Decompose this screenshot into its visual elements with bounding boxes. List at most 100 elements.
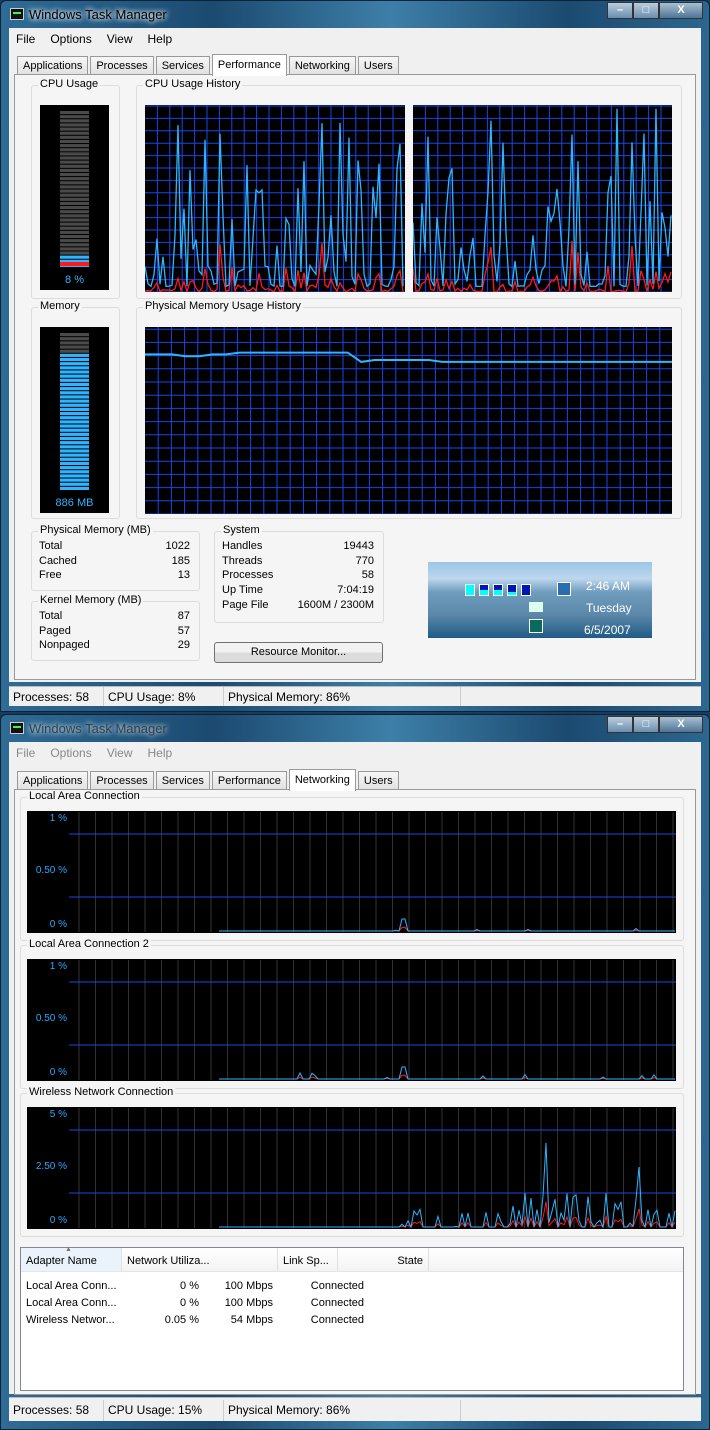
network-utilization-graph: 5 % 2.50 % 0 % [27,1107,676,1229]
stat-label: Page File [222,598,269,611]
client-area: File Options View Help Applications Proc… [9,742,701,1395]
cpu-meter-segment [60,115,89,119]
menu-bar: File Options View Help [9,743,180,763]
menu-options[interactable]: Options [43,743,99,763]
menu-file[interactable]: File [9,29,43,49]
stat-row: Page File 1600M / 2300M [222,599,374,611]
stat-row: Handles 19443 [222,540,374,552]
memory-meter-segment [60,370,89,374]
stat-row: Threads 770 [222,555,374,567]
tab-services[interactable]: Services [155,771,210,790]
cpu-meter-segment [60,239,89,243]
cpu-meter-segment [60,210,89,214]
tab-processes[interactable]: Processes [90,56,154,75]
minimize-button[interactable]: – [607,716,633,733]
tab-strip: Applications Processes Services Performa… [17,768,401,791]
cpu-meter-segment [60,111,89,115]
stat-label: Nonpaged [39,639,90,652]
tab-processes[interactable]: Processes [90,771,154,790]
status-processes: Processes: 58 [9,1400,104,1421]
adapter-row[interactable]: Local Area Conn... 0 % 100 Mbps Connected [21,1295,683,1312]
cpu-kernel-segment [60,262,89,266]
network-icon [557,582,571,596]
cpu-history-group: CPU Usage History [136,78,682,299]
stat-value: 58 [361,569,374,582]
tab-performance[interactable]: Performance [211,54,287,76]
sidebar-clock-gadget: 2:46 AM Tuesday 6/5/2007 [428,562,652,638]
memory-meter-segment [60,366,89,370]
tab-performance[interactable]: Performance [211,771,287,790]
memory-meter-segment [60,416,89,420]
network-graph-label: Local Area Connection [27,790,142,802]
cpu-meter-segment [60,148,89,152]
menu-file[interactable]: File [9,743,43,763]
menu-view[interactable]: View [100,743,141,763]
cpu-meter-segment [60,135,89,139]
network-utilization-graph: 1 % 0.50 % 0 % [27,959,676,1081]
menu-help[interactable]: Help [141,29,181,49]
cpu-meter-segment [60,189,89,193]
cpu-meter-segment [60,243,89,247]
tab-networking[interactable]: Networking [288,769,356,791]
stat-value: 185 [171,554,190,567]
cpu-usage-value: 8 % [65,274,84,286]
adapter-cell: Connected [310,1314,364,1326]
memory-meter-segment [60,378,89,382]
tab-networking[interactable]: Networking [288,56,356,75]
close-button[interactable]: X [659,2,703,19]
kernel-time-line [413,240,672,292]
resource-monitor-button[interactable]: Resource Monitor... [214,642,383,663]
maximize-button[interactable]: □ [633,716,659,733]
adapter-cell: Local Area Conn... [26,1297,117,1309]
maximize-button[interactable]: □ [633,2,659,19]
menu-options[interactable]: Options [43,29,99,49]
tab-applications[interactable]: Applications [17,771,89,790]
cpu-meter-segment [60,164,89,168]
adapter-list[interactable]: ▲ Adapter Name Network Utiliza... Link Sp… [20,1246,684,1391]
close-button[interactable]: X [659,716,703,733]
stat-row: Up Time 7:04:19 [222,584,374,596]
memory-meter-segment [60,357,89,362]
tab-applications[interactable]: Applications [17,56,89,75]
memory-meter-segment [60,478,89,482]
cpu-meter-segment [60,160,89,164]
column-state[interactable]: State [338,1248,429,1271]
cpu-meter-segment [60,206,89,210]
cpu-meter-segment [60,255,89,259]
cpu-meter-segment [60,168,89,172]
stat-value: 29 [177,639,190,652]
stat-label: Up Time [222,584,263,597]
adapter-row[interactable]: Local Area Conn... 0 % 100 Mbps Connected [21,1278,683,1295]
stat-label: Total [39,540,63,552]
memory-meter-segment [60,412,89,416]
task-manager-app-icon [10,8,24,20]
adapter-row[interactable]: Wireless Networ... 0.05 % 54 Mbps Connected [21,1312,683,1329]
column-network-utilization[interactable]: Network Utiliza... [122,1248,278,1271]
memory-meter-segment [60,374,89,378]
cpu-meter-segment [60,181,89,185]
menu-help[interactable]: Help [141,743,181,763]
gadget-time: 2:46 AM [586,579,631,593]
adapter-cell: Connected [310,1297,364,1309]
column-link-speed[interactable]: Link Sp... [278,1248,338,1271]
minimize-button[interactable]: – [607,2,633,19]
menu-bar: File Options View Help [9,29,180,49]
menu-view[interactable]: View [100,29,141,49]
cpu-usage-meter: 8 % [40,105,109,290]
tab-services[interactable]: Services [155,56,210,75]
column-adapter-name[interactable]: ▲ Adapter Name [21,1246,122,1271]
cpu-usage-group: CPU Usage 8 % [31,78,120,299]
performance-panel: CPU Usage 8 % CPU Usage History Memory 8… [14,74,696,680]
adapter-cell: 100 Mbps [224,1280,273,1292]
tab-users[interactable]: Users [357,56,399,75]
kernel-memory-group: Kernel Memory (MB) Total 87 Paged 57 Nonpage… [31,594,200,661]
tab-users[interactable]: Users [357,771,399,790]
adapter-cell: 0 % [180,1280,199,1292]
stat-value: 1022 [165,540,190,552]
cpu-history-label: CPU Usage History [143,78,243,90]
cpu-meter-segment [60,201,89,206]
memory-meter-segment [60,432,89,436]
gadget-date: 6/5/2007 [584,623,631,637]
memory-meter-segment [60,436,89,441]
stat-label: Cached [39,554,77,567]
